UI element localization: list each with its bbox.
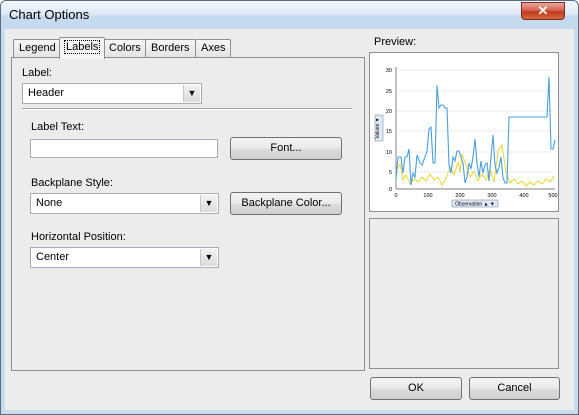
chevron-down-icon[interactable]: ▼	[200, 249, 217, 266]
tab-borders-label: Borders	[151, 42, 190, 54]
chart-preview: 30 25 20 15 10 5 0 0 100 200 300 400 500	[369, 52, 559, 212]
y-tick-label: 30	[386, 68, 392, 74]
dialog-client-area: Legend Labels Colors Borders Axes Label:…	[5, 29, 574, 410]
x-tick-label: 500	[548, 193, 557, 199]
label-text-input[interactable]	[30, 139, 218, 158]
chevron-down-icon[interactable]: ▼	[183, 85, 200, 102]
preview-detail-panel	[369, 218, 559, 369]
horizontal-position-value: Center	[36, 251, 70, 263]
font-button[interactable]: Font...	[230, 137, 342, 160]
preview-series-yellow	[395, 143, 555, 187]
x-tick-label: 400	[519, 193, 528, 199]
y-tick-label: 15	[386, 129, 392, 135]
backplane-color-button[interactable]: Backplane Color...	[230, 192, 342, 215]
preview-y-axis-title[interactable]: Values ▼	[374, 114, 384, 142]
preview-chart-svg: 30 25 20 15 10 5 0 0 100 200 300 400 500	[374, 67, 558, 208]
tab-labels-label: Labels	[63, 40, 101, 54]
svg-text:Values ▼: Values ▼	[375, 117, 381, 138]
chevron-down-icon[interactable]: ▼	[200, 195, 217, 212]
title-bar[interactable]: Chart Options ✕	[1, 1, 578, 29]
label-select[interactable]: Header ▼	[22, 83, 202, 104]
preview-x-axis-title[interactable]: Observation ▲ ▼	[451, 199, 499, 208]
x-tick-label: 100	[423, 193, 432, 199]
svg-text:Observation ▲ ▼: Observation ▲ ▼	[455, 202, 495, 208]
label-select-value: Header	[28, 87, 65, 99]
tab-borders[interactable]: Borders	[145, 39, 196, 58]
tab-legend-label: Legend	[19, 42, 56, 54]
label-text-caption: Label Text:	[31, 121, 85, 133]
backplane-style-select[interactable]: None ▼	[30, 193, 219, 214]
close-button[interactable]: ✕	[521, 2, 565, 20]
tab-axes[interactable]: Axes	[195, 39, 232, 58]
backplane-style-value: None	[36, 197, 63, 209]
x-tick-label: 200	[455, 193, 464, 199]
label-caption: Label:	[22, 67, 52, 79]
tab-legend[interactable]: Legend	[13, 39, 62, 58]
close-icon: ✕	[537, 3, 549, 18]
backplane-style-caption: Backplane Style:	[31, 177, 113, 189]
chart-options-dialog: Chart Options ✕ Legend Labels Colors Bor…	[0, 0, 579, 415]
tab-colors[interactable]: Colors	[103, 39, 147, 58]
divider	[22, 108, 352, 110]
preview-gridlines	[396, 69, 555, 173]
window-title: Chart Options	[9, 7, 90, 22]
x-tick-label: 300	[487, 193, 496, 199]
y-tick-label: 20	[386, 109, 392, 115]
tab-axes-label: Axes	[201, 42, 226, 54]
tab-labels[interactable]: Labels	[59, 37, 106, 59]
ok-button[interactable]: OK	[370, 377, 462, 400]
y-tick-label: 5	[389, 170, 392, 176]
labels-tab-page: Label: Header ▼ Label Text: Font... Back…	[11, 57, 365, 371]
y-tick-label: 25	[386, 89, 392, 95]
horizontal-position-select[interactable]: Center ▼	[30, 247, 219, 268]
horizontal-position-caption: Horizontal Position:	[31, 231, 126, 243]
preview-caption: Preview:	[374, 36, 417, 48]
tab-colors-label: Colors	[109, 42, 141, 54]
x-tick-label: 0	[394, 193, 397, 199]
cancel-button[interactable]: Cancel	[469, 377, 560, 400]
y-tick-label: 0	[389, 187, 392, 193]
y-tick-label: 10	[386, 150, 392, 156]
